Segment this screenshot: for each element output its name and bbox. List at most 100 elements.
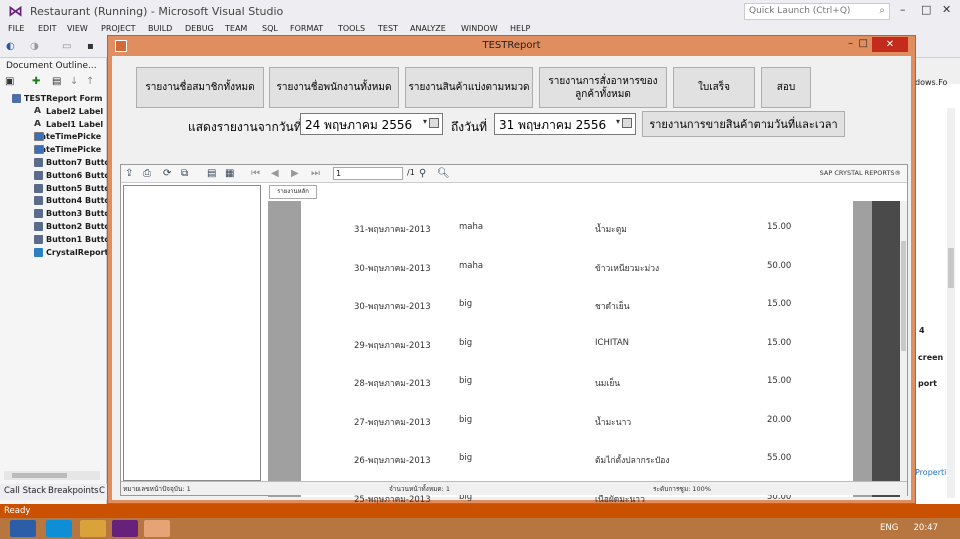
language-indicator[interactable]: ENG bbox=[880, 523, 898, 533]
test-button[interactable]: สอบ bbox=[761, 67, 811, 108]
menu-item-sql[interactable]: SQL bbox=[262, 24, 278, 33]
menu-item-test[interactable]: TEST bbox=[378, 24, 398, 33]
windows-taskbar: ENG 20:47 bbox=[0, 518, 960, 539]
parameter-panel-icon[interactable]: ▦ bbox=[225, 168, 234, 179]
menu-item-help[interactable]: HELP bbox=[510, 24, 530, 33]
print-icon[interactable]: ⎙ bbox=[143, 168, 151, 179]
save-icon[interactable]: ▪ bbox=[87, 41, 94, 52]
explorer-taskbar-icon[interactable] bbox=[10, 520, 36, 537]
sales-by-date-report-button[interactable]: รายงานการขายสินค้าตามวันที่และเวลา bbox=[642, 111, 845, 137]
quick-launch-input[interactable]: Quick Launch (Ctrl+Q) ⌕ bbox=[744, 3, 890, 20]
report-products-by-category-button[interactable]: รายงานสินค้าแบ่งตามหมวด bbox=[405, 67, 533, 108]
bottom-tool-tabs: Call Stack Breakpoints C bbox=[0, 484, 107, 500]
add-icon[interactable]: ✚ bbox=[32, 76, 40, 87]
date-from-picker[interactable]: 24 พฤษภาคม 2556 ▾ bbox=[300, 113, 443, 135]
tab-other[interactable]: C bbox=[99, 486, 105, 496]
outline-item[interactable]: Button2 Butto bbox=[0, 222, 107, 235]
forward-icon[interactable]: ◑ bbox=[30, 41, 39, 52]
button-icon bbox=[34, 209, 43, 219]
page-number-input[interactable]: 1 bbox=[333, 167, 403, 180]
menu-item-build[interactable]: BUILD bbox=[148, 24, 172, 33]
report-customer-orders-button[interactable]: รายงานการสั่งอาหารของ ลูกค้าทั้งหมด bbox=[539, 67, 667, 108]
first-page-icon[interactable]: ⏮ bbox=[251, 168, 260, 179]
outline-item[interactable]: Button3 Butto bbox=[0, 209, 107, 222]
main-report-tab[interactable]: รายงานหลัก bbox=[269, 185, 317, 199]
move-down-icon[interactable]: ↓ bbox=[70, 76, 78, 87]
vs-status-bar: Ready bbox=[0, 504, 960, 518]
menu-item-debug[interactable]: DEBUG bbox=[185, 24, 214, 33]
outline-item[interactable]: Button6 Butto bbox=[0, 170, 107, 184]
tab-breakpoints[interactable]: Breakpoints bbox=[48, 486, 99, 496]
form-maximize-button[interactable]: □ bbox=[859, 38, 868, 49]
vs-close-button[interactable]: ✕ bbox=[942, 3, 951, 16]
outline-item-label: Button1 Butto bbox=[46, 234, 107, 244]
menu-item-view[interactable]: VIEW bbox=[67, 24, 88, 33]
refresh-icon[interactable]: ⟳ bbox=[163, 168, 171, 179]
vs-menu-bar: FILE EDIT VIEW PROJECT BUILD DEBUG TEAM SQL FORM… bbox=[0, 22, 960, 36]
date-to-picker[interactable]: 31 พฤษภาคม 2556 ▾ bbox=[494, 113, 636, 135]
outline-item-label: Label2 Label bbox=[46, 106, 104, 116]
outline-item[interactable]: DateTimePicke bbox=[0, 132, 107, 145]
skype-taskbar-icon[interactable] bbox=[46, 520, 72, 537]
outline-item[interactable]: Button4 Butto bbox=[0, 196, 107, 209]
move-up-icon[interactable]: ↑ bbox=[86, 76, 94, 87]
chrome-taskbar-icon[interactable] bbox=[80, 520, 106, 537]
menu-item-tools[interactable]: TOOLS bbox=[338, 24, 365, 33]
outline-item[interactable]: Button7 Butto bbox=[0, 158, 107, 171]
report-name-cell: big bbox=[459, 337, 473, 348]
next-page-icon[interactable]: ▶ bbox=[291, 168, 299, 179]
outline-item[interactable]: DateTimePicke bbox=[0, 145, 107, 158]
vs-minimize-button[interactable]: – bbox=[900, 3, 906, 16]
visual-studio-taskbar-icon[interactable] bbox=[112, 520, 138, 537]
outline-item[interactable]: Button5 Butto bbox=[0, 183, 107, 197]
outline-item[interactable]: TESTReport Form bbox=[0, 94, 107, 107]
report-members-button[interactable]: รายงานชื่อสมาชิกทั้งหมด bbox=[136, 67, 264, 108]
copy-icon[interactable]: ⧉ bbox=[181, 168, 188, 179]
group-tree-panel[interactable] bbox=[123, 185, 261, 481]
report-name-cell: maha bbox=[459, 260, 484, 271]
zoom-icon[interactable]: 🔍︎ bbox=[437, 168, 450, 179]
vs-maximize-button[interactable]: □ bbox=[921, 3, 931, 16]
tab-call-stack[interactable]: Call Stack bbox=[4, 486, 46, 496]
solution-explorer-panel: dows.Fo 4 creen port Properties bbox=[910, 58, 960, 506]
menu-item-edit[interactable]: EDIT bbox=[38, 24, 56, 33]
vs-window-title: Restaurant (Running) - Microsoft Visual … bbox=[30, 5, 284, 18]
receipt-button[interactable]: ใบเสร็จ bbox=[673, 67, 755, 108]
report-row: 29-พฤษภาคม-2013 big ICHITAN 15.00 bbox=[301, 337, 853, 351]
outline-item[interactable]: Button1 Butto bbox=[0, 234, 107, 248]
outline-item[interactable]: CrystalReportV bbox=[0, 247, 107, 261]
outline-item[interactable]: A Label2 Label bbox=[0, 107, 107, 120]
back-icon[interactable]: ◐ bbox=[6, 41, 15, 52]
solution-item[interactable]: dows.Fo bbox=[915, 78, 947, 87]
search-icon[interactable]: ⌕ bbox=[879, 5, 885, 16]
outline-item[interactable]: A Label1 Label bbox=[0, 120, 107, 133]
group-tree-icon[interactable]: ▤ bbox=[207, 168, 216, 179]
date-from-value: 24 พฤษภาคม 2556 bbox=[305, 118, 413, 132]
previous-page-icon[interactable]: ◀ bbox=[271, 168, 279, 179]
report-date-cell: 30-พฤษภาคม-2013 bbox=[354, 302, 431, 312]
menu-item-file[interactable]: FILE bbox=[8, 24, 24, 33]
form-minimize-button[interactable]: – bbox=[848, 38, 853, 49]
right-panel-scrollbar[interactable] bbox=[947, 108, 955, 498]
outline-tool-icon[interactable]: ▤ bbox=[52, 76, 61, 87]
outline-view-icon[interactable]: ▣ bbox=[5, 76, 14, 87]
datetimepicker-icon bbox=[34, 132, 44, 142]
find-icon[interactable]: ⚲ bbox=[419, 168, 426, 179]
clock[interactable]: 20:47 bbox=[914, 523, 939, 533]
menu-item-project[interactable]: PROJECT bbox=[101, 24, 136, 33]
form-close-button[interactable]: ✕ bbox=[872, 37, 908, 52]
outline-item-label: Button3 Butto bbox=[46, 209, 107, 219]
outline-item-label: Button2 Butto bbox=[46, 222, 107, 231]
export-icon[interactable]: ⇪ bbox=[125, 168, 133, 179]
new-project-icon[interactable]: ▭ bbox=[62, 41, 71, 52]
menu-item-window[interactable]: WINDOW bbox=[461, 24, 498, 33]
testreport-taskbar-icon[interactable] bbox=[144, 520, 170, 537]
report-vertical-scrollbar[interactable] bbox=[900, 201, 907, 497]
report-employees-button[interactable]: รายงานชื่อพนักงานทั้งหมด bbox=[269, 67, 399, 108]
report-row: 27-พฤษภาคม-2013 big น้ำมะนาว 20.00 bbox=[301, 415, 853, 428]
last-page-icon[interactable]: ⏭ bbox=[311, 168, 320, 179]
outline-horizontal-scrollbar[interactable] bbox=[4, 471, 100, 480]
menu-item-analyze[interactable]: ANALYZE bbox=[410, 24, 446, 33]
menu-item-team[interactable]: TEAM bbox=[225, 24, 247, 33]
menu-item-format[interactable]: FORMAT bbox=[290, 24, 323, 33]
